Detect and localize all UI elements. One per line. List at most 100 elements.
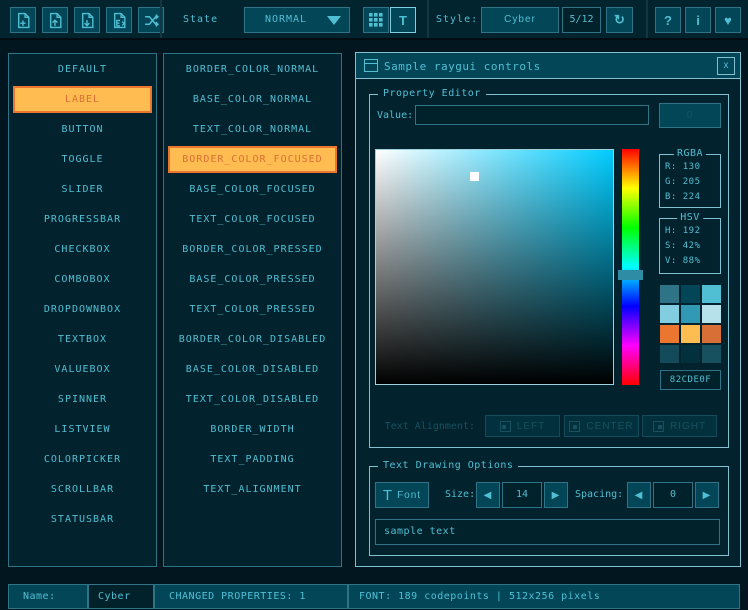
control-list-item[interactable]: COLORPICKER <box>13 446 152 473</box>
close-button[interactable]: x <box>717 57 735 75</box>
color-swatch[interactable] <box>681 285 700 303</box>
reload-style-button[interactable]: ↻ <box>606 7 633 33</box>
export-file-button[interactable] <box>106 7 132 33</box>
changed-properties-statusbar: CHANGED PROPERTIES: 1 <box>154 584 348 609</box>
property-list-item[interactable]: TEXT_COLOR_NORMAL <box>168 116 337 143</box>
window-title: Sample raygui controls <box>384 60 541 73</box>
color-swatch[interactable] <box>702 325 721 343</box>
property-list-item[interactable]: BORDER_COLOR_DISABLED <box>168 326 337 353</box>
color-swatch[interactable] <box>681 325 700 343</box>
spacing-increase-button[interactable]: ▶ <box>695 482 719 508</box>
style-label: Style: <box>436 14 478 25</box>
font-button[interactable]: T Font <box>375 482 429 508</box>
property-list-item[interactable]: TEXT_COLOR_FOCUSED <box>168 206 337 233</box>
info-button[interactable]: i <box>685 7 711 33</box>
property-list-item[interactable]: BORDER_WIDTH <box>168 416 337 443</box>
help-icon: ? <box>664 13 672 28</box>
state-label: State <box>183 14 218 25</box>
color-swatch[interactable] <box>702 285 721 303</box>
style-name-textbox[interactable]: Cyber <box>88 584 154 609</box>
sponsor-button[interactable]: ♥ <box>715 7 741 33</box>
align-center-icon <box>569 421 580 432</box>
property-list-item[interactable]: BORDER_COLOR_NORMAL <box>168 56 337 83</box>
property-editor-label: Property Editor <box>378 88 486 99</box>
color-swatch[interactable] <box>681 305 700 323</box>
rgba-groupbox: RGBA R: 130 G: 205 B: 224 <box>659 154 721 208</box>
control-list-item[interactable]: SCROLLBAR <box>13 476 152 503</box>
property-list-item[interactable]: BORDER_COLOR_FOCUSED <box>168 146 337 173</box>
property-list-item[interactable]: BASE_COLOR_DISABLED <box>168 356 337 383</box>
grid-snap-button[interactable] <box>363 7 389 33</box>
color-swatch[interactable] <box>660 345 679 363</box>
open-file-icon <box>47 12 64 29</box>
heart-icon: ♥ <box>724 13 732 28</box>
color-swatch[interactable] <box>702 305 721 323</box>
control-list-item[interactable]: LISTVIEW <box>13 416 152 443</box>
control-list-item[interactable]: PROGRESSBAR <box>13 206 152 233</box>
color-swatch[interactable] <box>660 285 679 303</box>
arrow-left-icon: ◀ <box>635 490 644 501</box>
color-swatch[interactable] <box>681 345 700 363</box>
control-list-item[interactable]: SPINNER <box>13 386 152 413</box>
sample-text-textbox[interactable]: sample text <box>375 519 720 545</box>
spacing-label: Spacing: <box>575 489 623 500</box>
new-file-button[interactable] <box>10 7 36 33</box>
color-swatch[interactable] <box>660 305 679 323</box>
save-file-button[interactable] <box>74 7 100 33</box>
property-list-item[interactable]: BASE_COLOR_PRESSED <box>168 266 337 293</box>
color-swatch[interactable] <box>702 345 721 363</box>
arrow-right-icon: ▶ <box>703 490 712 501</box>
toolbar: State NORMAL T Style: Cyber 5/12 ↻ ? i ♥ <box>0 0 748 40</box>
grid-icon <box>369 13 383 27</box>
spacing-valuebox[interactable]: 0 <box>653 482 693 508</box>
size-valuebox[interactable]: 14 <box>502 482 542 508</box>
color-swatch[interactable] <box>660 325 679 343</box>
size-increase-button[interactable]: ▶ <box>544 482 568 508</box>
window-icon <box>364 59 378 72</box>
color-cursor <box>470 172 479 181</box>
style-index-valuebox[interactable]: 5/12 <box>562 7 601 33</box>
state-dropdown[interactable]: NORMAL <box>244 7 350 33</box>
align-center-text: CENTER <box>586 421 633 432</box>
align-left-button[interactable]: LEFT <box>485 415 560 437</box>
help-button[interactable]: ? <box>655 7 681 33</box>
control-list-item[interactable]: COMBOBOX <box>13 266 152 293</box>
value-spinner-button[interactable]: 0 <box>659 103 721 128</box>
control-list-item[interactable]: TEXTBOX <box>13 326 152 353</box>
hue-slider-handle[interactable] <box>618 270 643 280</box>
property-list-item[interactable]: BASE_COLOR_NORMAL <box>168 86 337 113</box>
hue-slider[interactable] <box>622 149 639 385</box>
spacing-decrease-button[interactable]: ◀ <box>627 482 651 508</box>
open-file-button[interactable] <box>42 7 68 33</box>
property-list-item[interactable]: TEXT_COLOR_PRESSED <box>168 296 337 323</box>
arrow-right-icon: ▶ <box>552 490 561 501</box>
value-textbox[interactable] <box>415 105 649 125</box>
control-list-item[interactable]: LABEL <box>13 86 152 113</box>
control-list-item[interactable]: DEFAULT <box>13 56 152 83</box>
control-list-item[interactable]: SLIDER <box>13 176 152 203</box>
property-list-item[interactable]: TEXT_PADDING <box>168 446 337 473</box>
control-list-item[interactable]: DROPDOWNBOX <box>13 296 152 323</box>
align-right-button[interactable]: RIGHT <box>642 415 717 437</box>
size-decrease-button[interactable]: ◀ <box>476 482 500 508</box>
style-name-button[interactable]: Cyber <box>481 7 559 33</box>
property-list-item[interactable]: BORDER_COLOR_PRESSED <box>168 236 337 263</box>
property-list-item[interactable]: BASE_COLOR_FOCUSED <box>168 176 337 203</box>
control-list-item[interactable]: CHECKBOX <box>13 236 152 263</box>
control-list-item[interactable]: BUTTON <box>13 116 152 143</box>
property-list-item[interactable]: TEXT_ALIGNMENT <box>168 476 337 503</box>
property-list-item[interactable]: TEXT_COLOR_DISABLED <box>168 386 337 413</box>
arrow-left-icon: ◀ <box>484 490 493 501</box>
control-list-item[interactable]: VALUEBOX <box>13 356 152 383</box>
shuffle-icon <box>143 12 160 29</box>
control-list-item[interactable]: TOGGLE <box>13 146 152 173</box>
align-center-button[interactable]: CENTER <box>564 415 639 437</box>
value-label: Value: <box>377 110 413 121</box>
control-list-item[interactable]: STATUSBAR <box>13 506 152 533</box>
hex-color-textbox[interactable]: 82CDE0F <box>660 370 721 390</box>
text-preview-button[interactable]: T <box>390 7 416 33</box>
window-titlebar[interactable]: Sample raygui controls x <box>356 53 740 79</box>
color-saturation-value-area[interactable] <box>375 149 614 385</box>
state-dropdown-value: NORMAL <box>245 8 327 32</box>
align-right-icon <box>653 421 664 432</box>
